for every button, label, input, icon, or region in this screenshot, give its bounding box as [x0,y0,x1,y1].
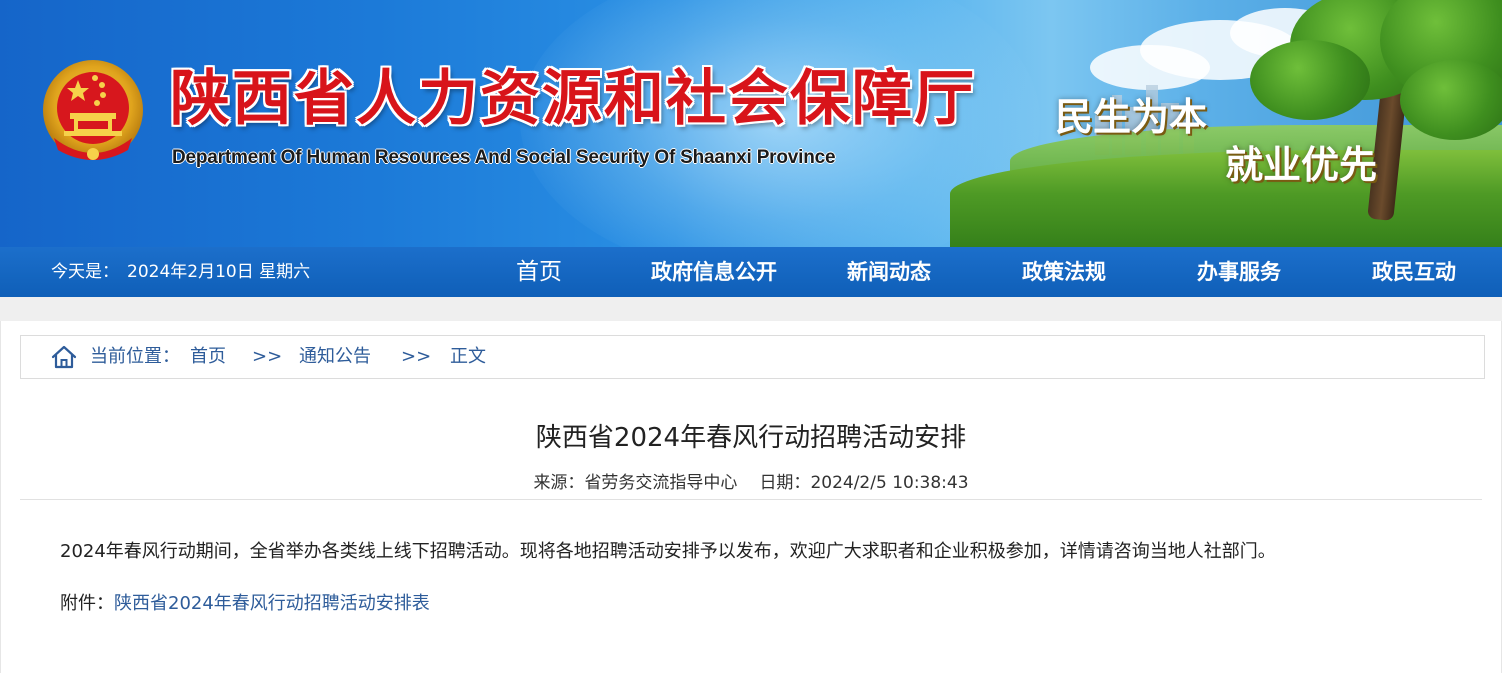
breadcrumb-notice-link[interactable]: 通知公告 [299,336,371,378]
article-body: 2024年春风行动期间，全省举办各类线上线下招聘活动。现将各地招聘活动安排予以发… [60,541,1276,562]
article-title: 陕西省2024年春风行动招聘活动安排 [535,423,967,453]
nav-item-news[interactable]: 新闻动态 [835,247,943,297]
banner-tree-crown [1250,40,1370,120]
nav-item-home[interactable]: 首页 [500,247,578,297]
breadcrumb-home-link[interactable]: 首页 [190,336,226,378]
breadcrumb-separator: >> [401,346,432,367]
current-date: 今天是： 2024年2月10日 星期六 [51,247,318,297]
site-title: 陕西省人力资源和社会保障厅 [170,64,976,134]
article-meta: 来源：省劳务交流指导中心 日期：2024/2/5 10:38:43 [0,470,1502,496]
home-icon [51,345,77,369]
attachment-row: 附件：陕西省2024年春风行动招聘活动安排表 [60,589,430,619]
nav-item-interaction[interactable]: 政民互动 [1360,247,1468,297]
attachment-link[interactable]: 陕西省2024年春风行动招聘活动安排表 [114,593,430,614]
main-nav: 今天是： 2024年2月10日 星期六 首页 政府信息公开 新闻动态 政策法规 办… [0,247,1502,297]
nav-item-gov-info[interactable]: 政府信息公开 [640,247,788,297]
slogan-text: 民生为本 [1055,95,1208,139]
date-value: 2024/2/5 10:38:43 [810,473,969,493]
banner-cloud [1090,45,1210,90]
breadcrumb-prefix: 当前位置： [90,346,180,367]
separator-strip [0,297,1502,321]
national-emblem-icon [43,60,143,160]
divider [20,499,1482,500]
breadcrumb-current: 正文 [450,346,486,367]
site-banner: 陕西省人力资源和社会保障厅 Department Of Human Resour… [0,0,1502,247]
breadcrumb: 当前位置： 首页 >> 通知公告 >> 正文 [20,335,1485,379]
source-value: 省劳务交流指导中心 [584,473,738,493]
nav-item-policy[interactable]: 政策法规 [1010,247,1118,297]
source-label: 来源： [533,473,585,493]
date-value: 2024年2月10日 星期六 [127,262,311,282]
date-label: 日期： [759,473,811,493]
attachment-label: 附件： [60,593,114,614]
banner-tree-crown [1400,60,1502,140]
site-title-english: Department Of Human Resources And Social… [172,147,836,168]
date-label: 今天是： [51,262,119,282]
breadcrumb-separator: >> [252,346,283,367]
slogan-text: 就业优先 [1225,143,1378,187]
nav-item-services[interactable]: 办事服务 [1185,247,1293,297]
